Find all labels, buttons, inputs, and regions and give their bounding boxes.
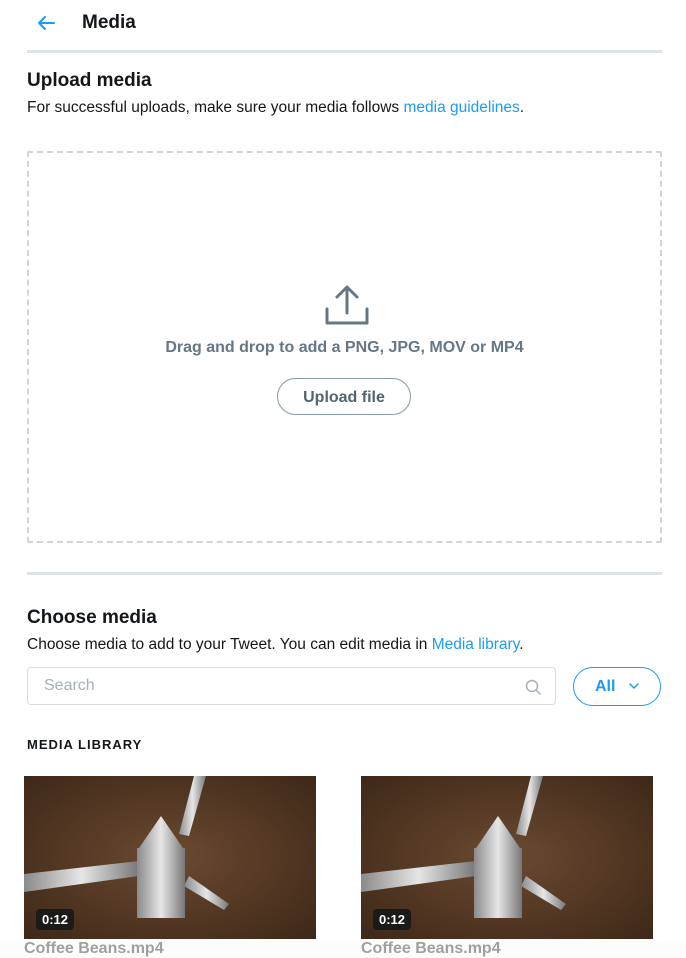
section-divider — [27, 572, 662, 575]
chevron-down-icon — [629, 683, 639, 689]
choose-description: Choose media to add to your Tweet. You c… — [27, 636, 524, 654]
media-library-label: MEDIA LIBRARY — [27, 737, 143, 752]
duration-badge: 0:12 — [373, 909, 412, 930]
filter-label: All — [595, 678, 616, 695]
bottom-fade — [0, 940, 686, 958]
media-thumbnail[interactable]: 0:12 — [361, 776, 653, 939]
page-title: Media — [82, 12, 136, 33]
choose-heading: Choose media — [27, 607, 157, 628]
header: Media — [0, 0, 686, 50]
upload-description-suffix: . — [519, 99, 525, 116]
duration-badge: 0:12 — [36, 909, 75, 930]
upload-file-button[interactable]: Upload file — [277, 378, 411, 415]
media-filter-dropdown[interactable]: All — [573, 667, 661, 706]
media-thumbnail[interactable]: 0:12 — [24, 776, 316, 939]
upload-description-text: For successful uploads, make sure your m… — [27, 99, 404, 116]
header-divider — [27, 50, 662, 53]
media-item[interactable]: 0:12 Coffee Beans.mp4 — [361, 776, 653, 957]
drop-instructions: Drag and drop to add a PNG, JPG, MOV or … — [165, 339, 524, 356]
media-library-link[interactable]: Media library — [432, 636, 520, 653]
upload-icon — [325, 285, 369, 325]
arrow-left-icon — [38, 16, 55, 30]
upload-dropzone[interactable]: Drag and drop to add a PNG, JPG, MOV or … — [27, 151, 662, 543]
search-icon — [525, 679, 541, 695]
back-button[interactable] — [32, 9, 60, 37]
media-guidelines-link[interactable]: media guidelines — [403, 99, 519, 116]
choose-description-text: Choose media to add to your Tweet. You c… — [27, 636, 432, 653]
search-field[interactable] — [27, 667, 556, 705]
search-input[interactable] — [42, 676, 516, 696]
media-item[interactable]: 0:12 Coffee Beans.mp4 — [24, 776, 316, 957]
upload-description: For successful uploads, make sure your m… — [27, 99, 524, 117]
choose-description-suffix: . — [519, 636, 524, 653]
upload-heading: Upload media — [27, 70, 152, 91]
